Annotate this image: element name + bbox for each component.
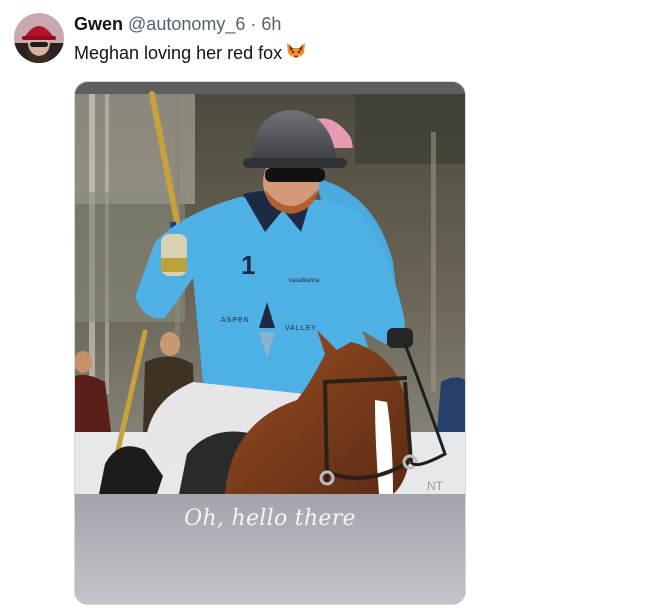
jersey-brand: casablanca <box>289 278 320 284</box>
jersey-logo-left: ASPEN <box>221 317 250 324</box>
fox-face-icon <box>285 41 307 69</box>
banner-fragment: NT <box>427 479 444 493</box>
separator-dot: · <box>250 14 257 34</box>
jersey-logo-right: VALLEY <box>285 325 317 332</box>
tweet-media[interactable]: NT 1 casablanca ASPEN VALLEY Oh, hello t… <box>74 81 466 605</box>
tweet-text-content: Meghan loving her red fox <box>74 43 283 63</box>
edge-fragment <box>661 18 662 36</box>
avatar[interactable] <box>14 13 64 63</box>
avatar-image <box>14 13 64 63</box>
display-name[interactable]: Gwen <box>74 14 123 34</box>
tweet-text: Meghan loving her red fox <box>74 41 307 69</box>
story-caption: Oh, hello there <box>184 506 356 531</box>
tweet[interactable]: Gwen @autonomy_6 · 6h Meghan loving her … <box>0 0 667 616</box>
tweet-header: Gwen @autonomy_6 · 6h <box>74 12 281 36</box>
jersey-number: 1 <box>241 250 255 280</box>
user-handle[interactable]: @autonomy_6 <box>128 14 245 34</box>
timestamp[interactable]: 6h <box>261 14 281 34</box>
